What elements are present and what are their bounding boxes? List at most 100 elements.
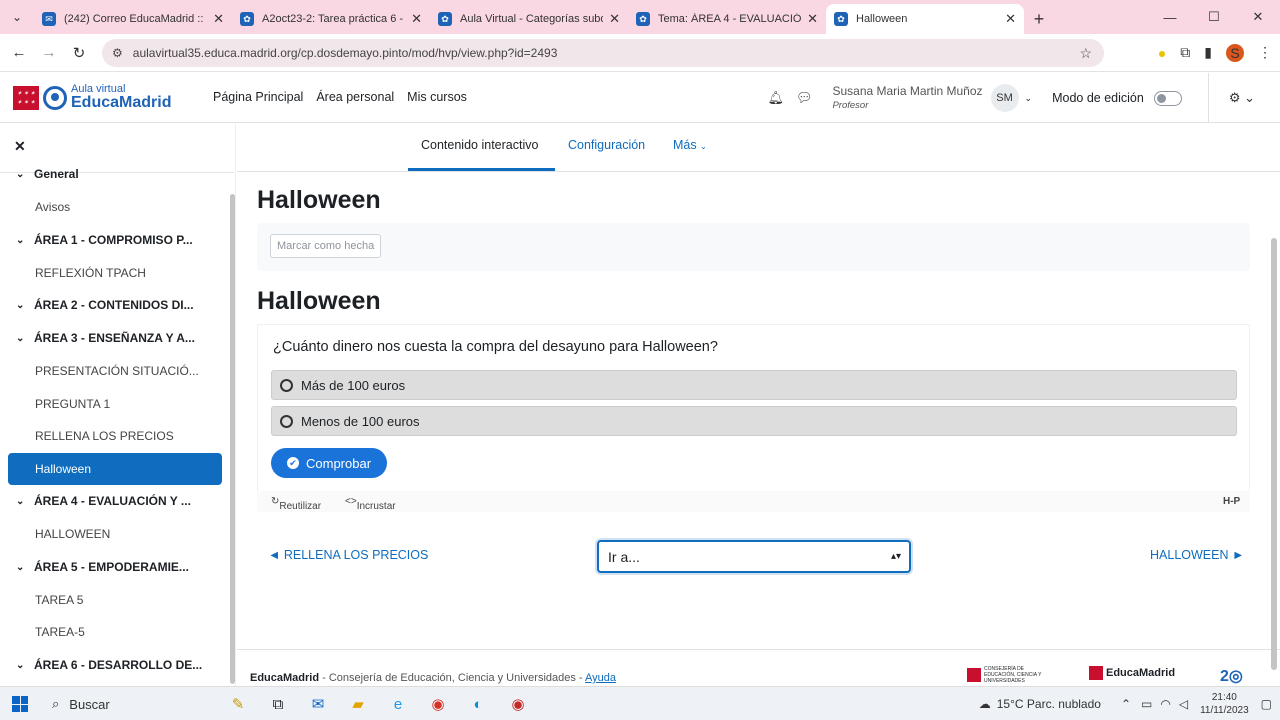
close-tab-icon[interactable]: ✕ (609, 11, 620, 27)
nav-link-my-courses[interactable]: Mis cursos (407, 90, 467, 104)
browser-tab[interactable]: ✉ (242) Correo EducaMadrid :: Er ✕ (34, 4, 232, 34)
chevron-down-icon[interactable]: ⌄ (16, 562, 34, 573)
drawer-scrollbar[interactable] (230, 194, 235, 684)
answer-option-2[interactable]: Menos de 100 euros (271, 406, 1237, 436)
chrome-icon[interactable]: ◉ (426, 692, 450, 716)
forward-icon[interactable]: → (34, 44, 64, 61)
file-explorer-icon[interactable]: ▰ (346, 692, 370, 716)
extension-icon[interactable]: ● (1158, 45, 1166, 61)
tab-interactive-content[interactable]: Contenido interactivo (421, 138, 538, 152)
reuse-button[interactable]: ↻ Reutilizar (271, 496, 321, 512)
close-tab-icon[interactable]: ✕ (807, 11, 818, 27)
tab-settings[interactable]: Configuración (568, 138, 645, 152)
page-title: Halloween (257, 186, 381, 214)
next-activity-link[interactable]: HALLOWEEN ► (1150, 548, 1244, 562)
mail-app-icon[interactable]: ✉ (306, 692, 330, 716)
maximize-icon[interactable]: ☐ (1192, 0, 1236, 34)
edit-mode-label: Modo de edición (1052, 91, 1144, 105)
chevron-down-icon[interactable]: ⌄ (16, 300, 34, 311)
course-activity-item[interactable]: PREGUNTA 1 (0, 388, 235, 420)
course-section-item[interactable]: ⌄ General (0, 158, 235, 190)
h5p-logo[interactable]: H-P (1223, 496, 1240, 507)
chrome-profile-icon[interactable]: ◉ (506, 692, 530, 716)
chevron-down-icon[interactable]: ⌄ (16, 235, 34, 246)
prev-activity-link[interactable]: ◄ RELLENA LOS PRECIOS (268, 548, 428, 562)
close-tab-icon[interactable]: ✕ (411, 11, 422, 27)
nav-link-home[interactable]: Página Principal (213, 90, 303, 104)
jump-to-select[interactable]: Ir a... ▴▾ (597, 540, 911, 573)
radio-icon[interactable] (280, 378, 293, 392)
course-activity-item[interactable]: Avisos (0, 191, 235, 223)
minimize-icon[interactable]: — (1148, 0, 1192, 34)
internet-explorer-icon[interactable]: e (386, 692, 410, 716)
bell-icon[interactable]: 🔔︎ (767, 90, 784, 106)
clock[interactable]: 21:40 11/11/2023 (1200, 691, 1249, 717)
nav-link-dashboard[interactable]: Área personal (316, 90, 394, 104)
windows-start-icon[interactable] (12, 696, 28, 712)
taskbar-search[interactable]: ⌕ Buscar (44, 687, 224, 720)
browser-tab[interactable]: ✿ Aula Virtual - Categorías subor ✕ (430, 4, 628, 34)
menu-dots-icon[interactable]: ⋮ (1258, 44, 1272, 61)
chevron-down-icon[interactable]: ⌄ (16, 496, 34, 507)
close-window-icon[interactable]: ✕ (1236, 0, 1280, 34)
check-button[interactable]: ✔ Comprobar (271, 448, 388, 478)
new-tab-button[interactable]: + (1024, 4, 1054, 34)
avatar[interactable]: SM (990, 84, 1019, 112)
chevron-down-icon[interactable]: ⌄ (1025, 93, 1033, 104)
course-section-item[interactable]: ⌄ ÁREA 3 - ENSEÑANZA Y A... (0, 322, 235, 354)
chevron-up-icon[interactable]: ⌃ (1121, 697, 1131, 711)
browser-tab[interactable]: ✿ Tema: ÁREA 4 - EVALUACIÓN Y ✕ (628, 4, 826, 34)
close-tab-icon[interactable]: ✕ (213, 11, 224, 27)
chevron-down-icon[interactable]: ⌄ (16, 660, 34, 671)
course-activity-item[interactable]: PRESENTACIÓN SITUACIÓ... (0, 355, 235, 387)
task-view-icon[interactable]: ⧉ (266, 692, 290, 716)
chevron-down-icon[interactable]: ⌄ (16, 333, 34, 344)
course-section-item[interactable]: ⌄ ÁREA 2 - CONTENIDOS DI... (0, 289, 235, 321)
check-button-label: Comprobar (306, 455, 372, 471)
weather-text[interactable]: 15°C Parc. nublado (997, 697, 1101, 711)
weather-icon[interactable]: ☁ (979, 697, 991, 711)
course-activity-item[interactable]: TAREA 5 (0, 584, 235, 616)
page-scrollbar[interactable] (1271, 238, 1277, 670)
puzzle-icon[interactable]: ⧉ (1180, 44, 1190, 61)
edit-mode-toggle[interactable] (1153, 90, 1182, 106)
chevron-down-icon[interactable]: ⌄ (16, 169, 34, 180)
course-activity-item[interactable]: Halloween (8, 453, 222, 485)
notifications-icon[interactable]: ▢ (1261, 697, 1272, 711)
mark-done-button[interactable]: Marcar como hecha (270, 234, 382, 258)
radio-icon[interactable] (280, 414, 293, 428)
browser-tab[interactable]: ✿ Halloween ✕ (826, 4, 1024, 34)
bookmark-star-icon[interactable]: ☆ (1079, 45, 1092, 62)
embed-button[interactable]: <> Incrustar (345, 496, 396, 512)
site-info-icon[interactable]: ⚙ (112, 46, 123, 60)
user-info[interactable]: Susana Maria Martin Muñoz Profesor (832, 84, 982, 112)
course-activity-item[interactable]: TAREA-5 (0, 616, 235, 648)
close-drawer-icon[interactable]: ✕ (14, 138, 26, 155)
course-activity-item[interactable]: REFLEXIÓN TPACH (0, 257, 235, 289)
educamadrid-logo[interactable]: ✶ ✶ ✶ ✶ ✶ ✶ Aula virtual EducaMadrid (13, 84, 171, 111)
volume-icon[interactable]: ◁ (1179, 697, 1188, 711)
tab-search-icon[interactable]: ⌄ (0, 0, 34, 34)
browser-tab[interactable]: ✿ A2oct23-2: Tarea práctica 6 - N ✕ (232, 4, 430, 34)
course-section-item[interactable]: ⌄ ÁREA 1 - COMPROMISO P... (0, 224, 235, 256)
course-section-item[interactable]: ⌄ ÁREA 4 - EVALUACIÓN Y ... (0, 485, 235, 517)
sidepanel-icon[interactable]: ▮ (1204, 44, 1212, 61)
course-activity-item[interactable]: RELLENA LOS PRECIOS (0, 420, 235, 452)
tab-more[interactable]: Más ⌄ (673, 138, 707, 152)
course-activity-item[interactable]: HALLOWEEN (0, 518, 235, 550)
help-link[interactable]: Ayuda (585, 672, 616, 684)
answer-option-1[interactable]: Más de 100 euros (271, 370, 1237, 400)
chat-icon[interactable]: 💬︎ (796, 90, 813, 106)
battery-icon[interactable]: ▭ (1141, 697, 1152, 711)
close-tab-icon[interactable]: ✕ (1005, 11, 1016, 27)
course-section-item[interactable]: ⌄ ÁREA 5 - EMPODERAMIE... (0, 551, 235, 583)
back-icon[interactable]: ← (4, 44, 34, 61)
wifi-icon[interactable]: ◠ (1160, 697, 1170, 711)
reload-icon[interactable]: ↻ (64, 44, 94, 62)
settings-gear-icon[interactable]: ⚙ ⌄ (1229, 90, 1255, 106)
widget-icon[interactable]: ✎ (226, 692, 250, 716)
url-bar[interactable]: ⚙ aulavirtual35.educa.madrid.org/cp.dosd… (102, 39, 1104, 67)
course-section-item[interactable]: ⌄ ÁREA 6 - DESARROLLO DE... (0, 649, 235, 681)
edge-icon[interactable]: ◐ (466, 692, 490, 716)
profile-avatar[interactable]: S (1226, 43, 1244, 62)
